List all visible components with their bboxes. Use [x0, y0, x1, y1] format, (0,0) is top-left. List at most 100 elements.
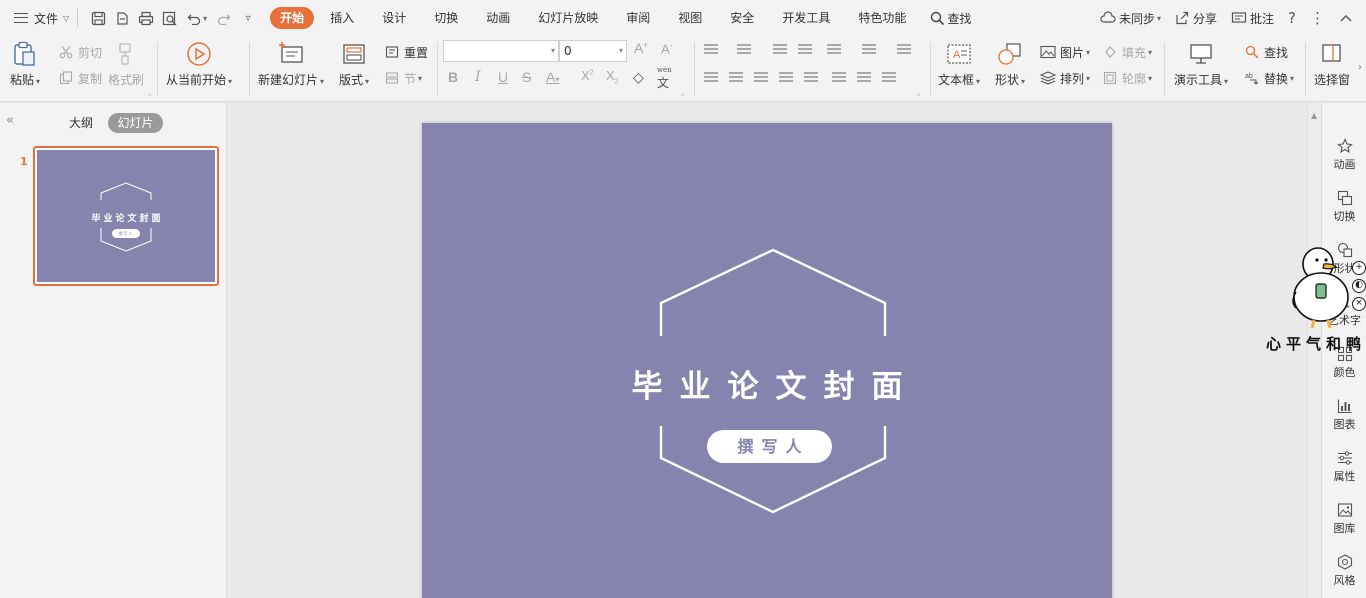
slide[interactable]: 毕业论文封面 撰写人 [422, 123, 1112, 598]
grow-font-icon[interactable]: A+ [634, 40, 648, 56]
strikethrough-icon[interactable]: S [522, 69, 531, 85]
justify-icon[interactable] [779, 72, 793, 84]
scroll-up-icon[interactable]: ▲ [1311, 111, 1317, 120]
tool-chart[interactable]: 图表 [1322, 397, 1366, 432]
smartart-icon[interactable] [897, 44, 911, 56]
customize-toolbar-icon[interactable]: ▿ [236, 6, 260, 30]
tab-view[interactable]: 视图 [664, 7, 716, 29]
font-name-select[interactable]: ▾ [443, 40, 559, 62]
columns-icon[interactable] [882, 72, 896, 84]
paragraph-spacing-icon[interactable] [857, 72, 871, 84]
export-icon[interactable] [110, 6, 134, 30]
tab-design[interactable]: 设计 [368, 7, 420, 29]
more-icon[interactable]: ⋮ [1310, 6, 1325, 30]
dialog-launcher-icon[interactable]: ⌟ [148, 89, 151, 97]
slide-canvas: 毕业论文封面 撰写人 [228, 103, 1307, 598]
new-slide-button[interactable]: 新建幻灯片 ▾ [258, 36, 324, 88]
tool-transition[interactable]: 切换 [1322, 189, 1366, 224]
tool-style[interactable]: 风格 [1322, 553, 1366, 588]
picture-button[interactable]: 图片 ▾ [1040, 43, 1090, 61]
bold-icon[interactable]: B [448, 69, 458, 85]
italic-icon[interactable]: I [475, 69, 481, 85]
format-painter-button[interactable]: 格式刷 [108, 36, 144, 88]
present-tools-button[interactable]: 演示工具 ▾ [1174, 36, 1228, 88]
subscript-icon[interactable]: X2 [606, 68, 619, 86]
align-right-icon[interactable] [754, 72, 768, 84]
ribbon-scroll-right-icon[interactable]: › [1354, 36, 1366, 100]
phonetic-guide-icon[interactable]: wén 文 [657, 67, 672, 91]
shape-button[interactable]: 形状 ▾ [995, 36, 1025, 88]
find-button[interactable]: 查找 [1244, 43, 1288, 61]
sync-button[interactable]: 未同步 ▾ [1100, 6, 1161, 30]
increase-indent-icon[interactable] [798, 44, 812, 56]
tool-gallery[interactable]: 图库 [1322, 501, 1366, 536]
section-button[interactable]: 节 ▾ [384, 69, 422, 87]
help-button[interactable]: ? [1288, 6, 1296, 30]
align-text-icon[interactable] [862, 44, 876, 56]
dialog-launcher-icon[interactable]: ⌟ [681, 89, 684, 97]
underline-icon[interactable]: U [498, 69, 508, 85]
tool-color-label: 颜色 [1333, 366, 1356, 379]
tab-review[interactable]: 审阅 [612, 7, 664, 29]
font-size-select[interactable]: 0 ▾ [559, 40, 627, 62]
tool-properties[interactable]: 属性 [1322, 449, 1366, 484]
tab-transition[interactable]: 切换 [420, 7, 472, 29]
tab-security[interactable]: 安全 [716, 7, 768, 29]
redo-icon[interactable] [212, 6, 236, 30]
comment-button[interactable]: 批注 [1231, 6, 1274, 30]
bullet-list-icon[interactable] [704, 44, 718, 56]
author-pill[interactable]: 撰写人 [707, 430, 832, 463]
numbered-list-icon[interactable] [737, 44, 751, 56]
tab-animation[interactable]: 动画 [472, 7, 524, 29]
outline-button[interactable]: 轮廓 ▾ [1102, 69, 1152, 87]
tab-slides[interactable]: 幻灯片 [108, 113, 163, 133]
collapse-panel-icon[interactable]: « [6, 113, 14, 128]
paste-button[interactable]: 粘贴 ▾ [10, 36, 40, 88]
file-menu[interactable]: 文件 ▽ [14, 6, 69, 30]
share-button[interactable]: 分享 [1175, 6, 1217, 30]
superscript-icon[interactable]: X2 [581, 68, 594, 83]
close-sticker-icon[interactable]: × [1352, 297, 1366, 311]
brush-icon [112, 40, 140, 68]
dialog-launcher-icon[interactable]: ⌟ [917, 89, 920, 97]
replace-button[interactable]: ab 替换 ▾ [1244, 69, 1294, 87]
print-icon[interactable] [134, 6, 158, 30]
tab-outline[interactable]: 大纲 [69, 113, 93, 133]
save-icon[interactable] [86, 6, 110, 30]
tab-insert[interactable]: 插入 [316, 7, 368, 29]
fill-button[interactable]: 填充 ▾ [1102, 43, 1152, 61]
selection-pane-button[interactable]: 选择窗 [1314, 36, 1350, 88]
tab-slideshow[interactable]: 幻灯片放映 [524, 7, 612, 29]
clear-format-icon[interactable]: ◇ [633, 69, 644, 86]
tab-home[interactable]: 开始 [270, 7, 315, 29]
collapse-ribbon-icon[interactable] [1339, 6, 1356, 30]
cut-button[interactable]: 剪切 [58, 43, 102, 61]
line-spacing-icon[interactable] [832, 72, 846, 84]
copy-button[interactable]: 复制 [58, 69, 102, 87]
slide-thumbnail[interactable]: 毕业论文封面 撰写人 [33, 146, 219, 286]
shrink-font-icon[interactable]: A- [661, 41, 672, 56]
arrange-button[interactable]: 排列 ▾ [1040, 69, 1090, 87]
text-box-button[interactable]: A 文本框 ▾ [938, 36, 980, 88]
contrast-icon[interactable]: ◐ [1352, 279, 1366, 293]
print-preview-icon[interactable] [158, 6, 182, 30]
distribute-icon[interactable] [804, 72, 818, 84]
comment-label: 批注 [1250, 11, 1275, 26]
tab-developer[interactable]: 开发工具 [768, 7, 844, 29]
align-center-icon[interactable] [729, 72, 743, 84]
tab-special[interactable]: 特色功能 [844, 7, 920, 29]
decrease-indent-icon[interactable] [773, 44, 787, 56]
search-button[interactable]: 查找 [930, 6, 971, 30]
reset-button[interactable]: 重置 [384, 43, 428, 61]
slide-title[interactable]: 毕业论文封面 [422, 361, 1112, 406]
font-color-icon[interactable]: A▾ [546, 69, 559, 85]
zoom-in-icon[interactable]: + [1352, 261, 1366, 275]
layout-button[interactable]: 版式 ▾ [339, 36, 369, 88]
sticker-caption: 心平气和鸭 [1266, 335, 1366, 353]
undo-icon[interactable]: ▾ [182, 6, 212, 30]
play-from-current-button[interactable]: 从当前开始 ▾ [166, 36, 232, 88]
tool-animation[interactable]: 动画 [1322, 137, 1366, 172]
align-left-icon[interactable] [704, 72, 718, 84]
text-direction-icon[interactable] [827, 44, 841, 56]
outline-icon [1102, 70, 1118, 86]
